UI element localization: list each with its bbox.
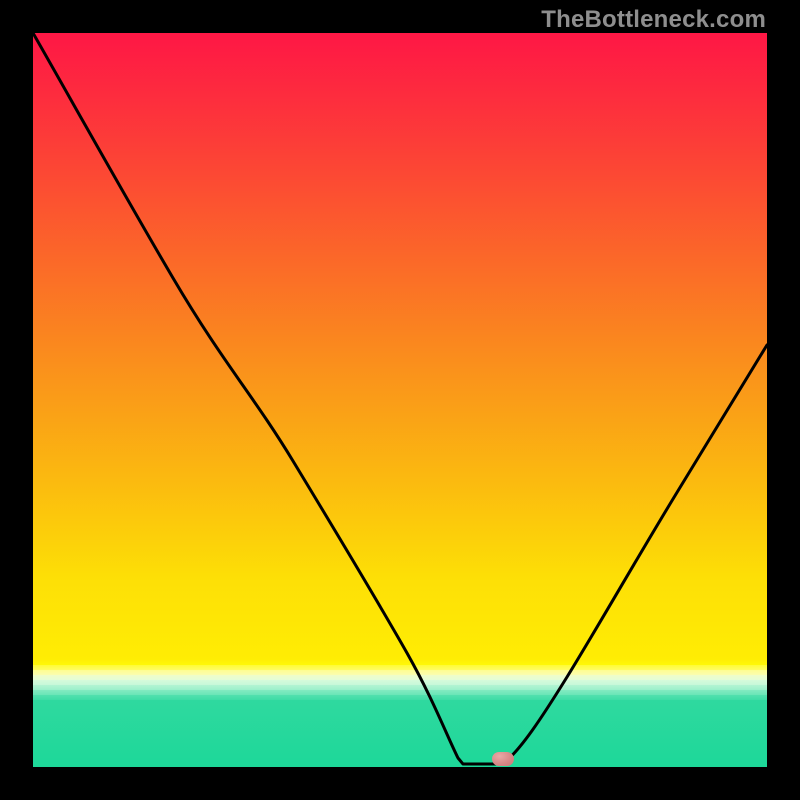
chart-frame: TheBottleneck.com: [0, 0, 800, 800]
watermark-text: TheBottleneck.com: [541, 6, 766, 34]
optimum-marker: [492, 752, 514, 766]
bottleneck-curve: [33, 33, 767, 767]
plot-area: [33, 33, 767, 767]
